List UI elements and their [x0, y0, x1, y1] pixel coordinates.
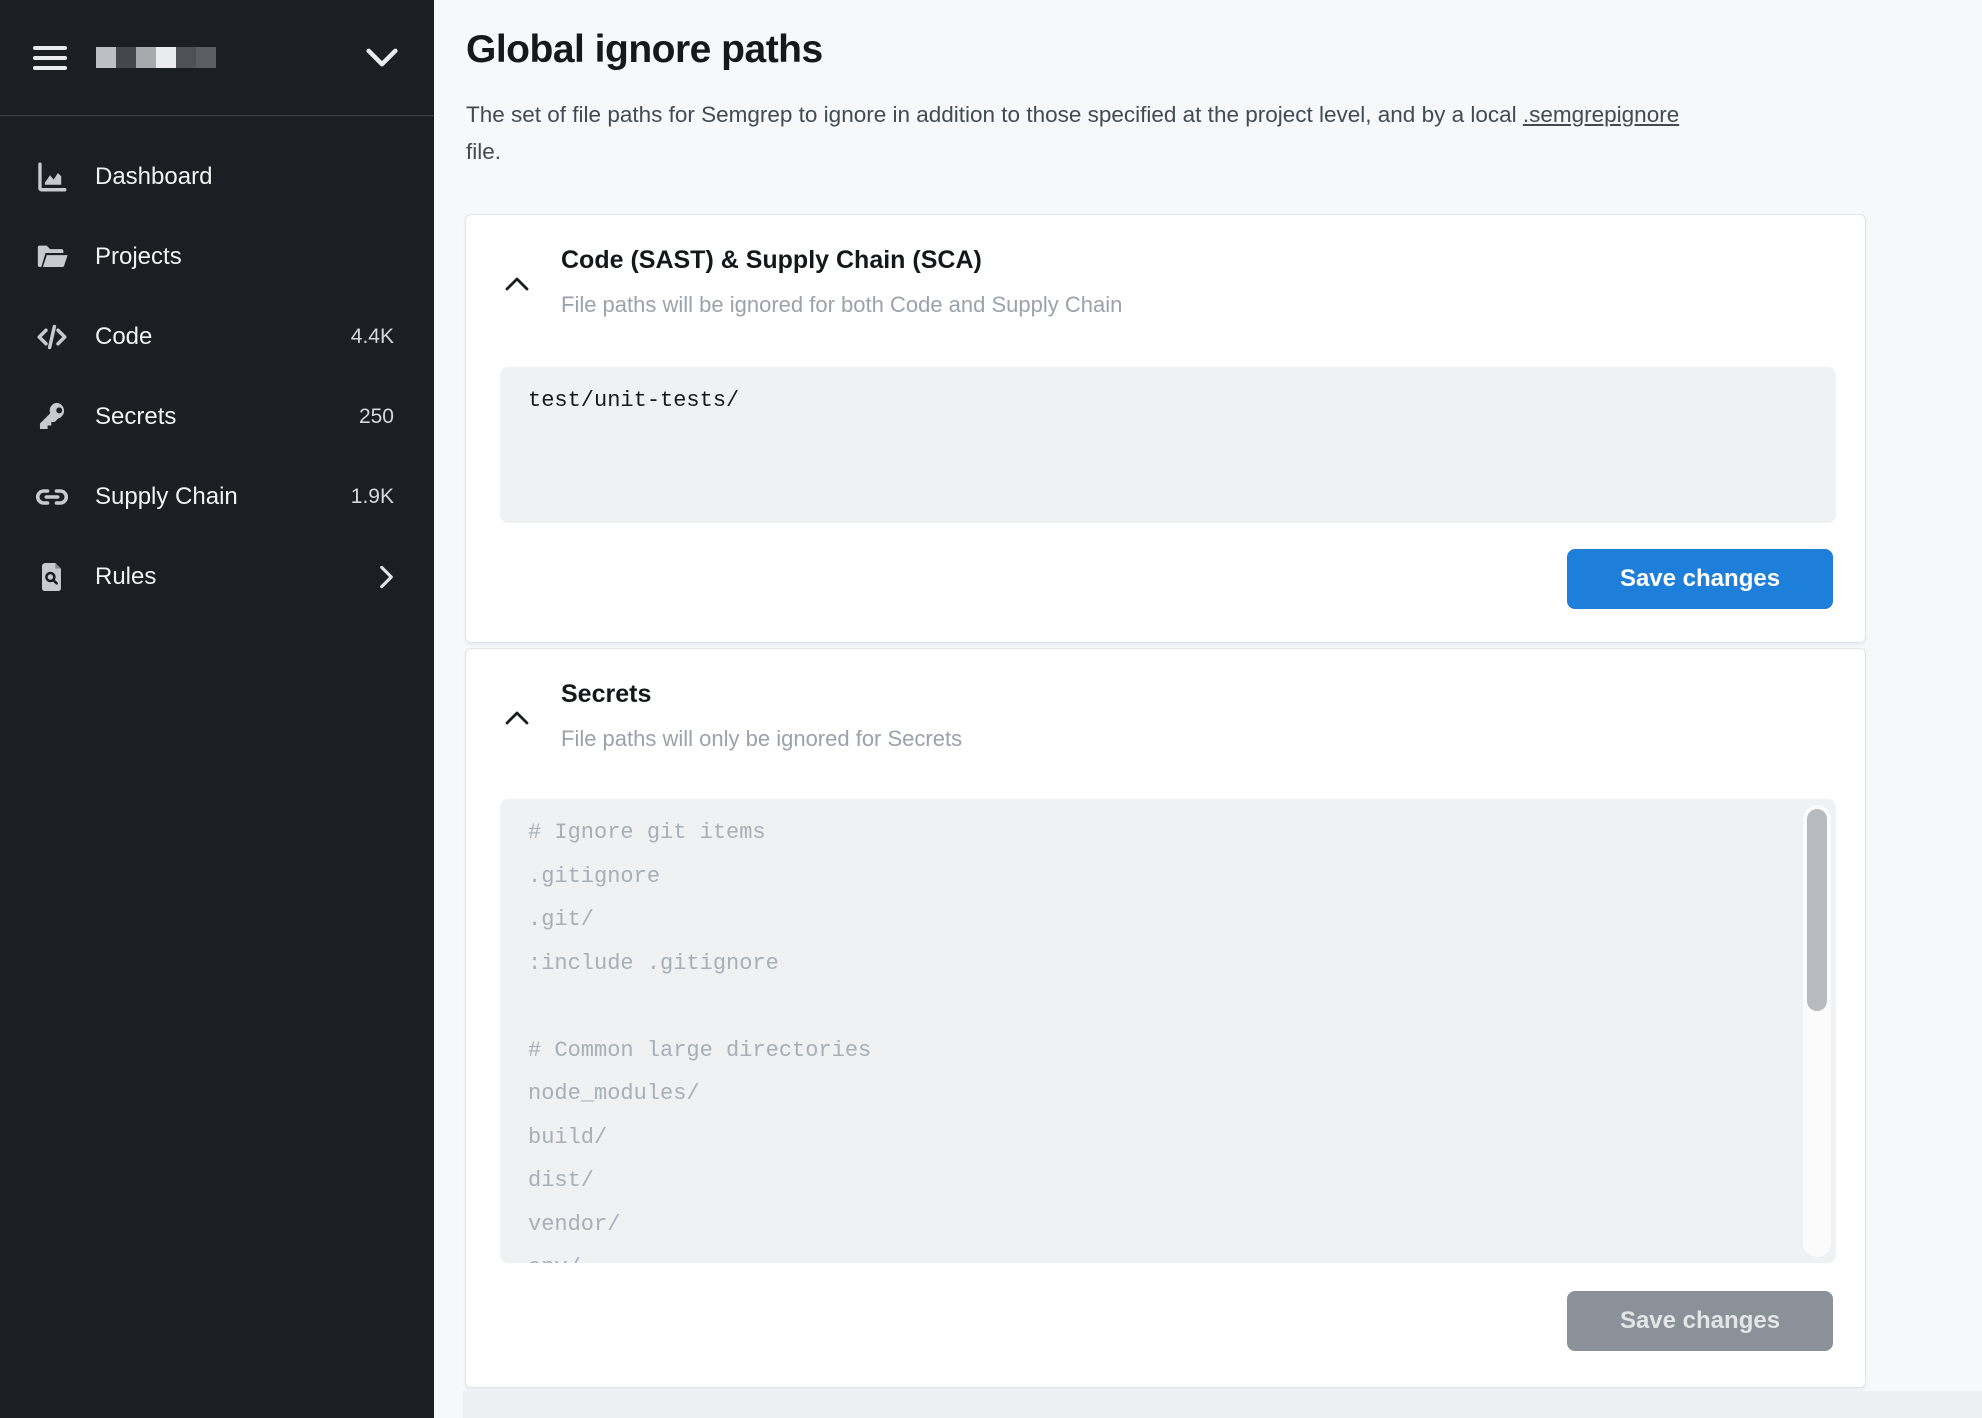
sidebar-item-label: Dashboard — [95, 163, 212, 191]
folder-icon — [33, 238, 71, 276]
key-icon — [33, 398, 71, 436]
card-subtitle: File paths will be ignored for both Code… — [561, 289, 1122, 321]
chart-icon — [33, 158, 71, 196]
sidebar-item-label: Projects — [95, 243, 182, 271]
code-icon — [33, 318, 71, 356]
save-changes-button[interactable]: Save changes — [1567, 549, 1833, 609]
semgrepignore-link[interactable]: .semgrepignore — [1523, 102, 1679, 127]
save-changes-button-disabled[interactable]: Save changes — [1567, 1291, 1833, 1351]
org-logo-redacted — [96, 47, 216, 68]
sidebar-item-dashboard[interactable]: Dashboard — [0, 145, 434, 209]
page-bottom-strip — [463, 1391, 1982, 1418]
code-count-badge: 4.4K — [351, 325, 394, 349]
description-text: The set of file paths for Semgrep to ign… — [466, 102, 1523, 127]
collapse-chevron-up-icon[interactable] — [502, 269, 532, 299]
textarea-value: test/unit-tests/ — [500, 367, 1836, 435]
code-supply-chain-card: Code (SAST) & Supply Chain (SCA) File pa… — [465, 214, 1866, 643]
chevron-down-icon[interactable] — [366, 48, 398, 67]
sidebar-item-secrets[interactable]: Secrets 250 — [0, 385, 434, 449]
sidebar-item-label: Code — [95, 323, 152, 351]
secrets-ignore-paths-textarea[interactable]: # Ignore git items .gitignore .git/ :inc… — [500, 799, 1836, 1263]
secrets-count-badge: 250 — [359, 405, 394, 429]
page-title: Global ignore paths — [466, 26, 1867, 74]
page-description: The set of file paths for Semgrep to ign… — [466, 96, 1867, 170]
sidebar-item-projects[interactable]: Projects — [0, 225, 434, 289]
sidebar-item-label: Rules — [95, 563, 156, 591]
hamburger-menu-icon[interactable] — [33, 46, 67, 70]
sidebar-item-supply-chain[interactable]: Supply Chain 1.9K — [0, 465, 434, 529]
chevron-right-icon — [379, 565, 394, 589]
sidebar-item-code[interactable]: Code 4.4K — [0, 305, 434, 369]
sidebar-item-label: Secrets — [95, 403, 176, 431]
link-icon — [33, 478, 71, 516]
description-text-end: file. — [466, 139, 501, 164]
sidebar-item-rules[interactable]: Rules — [0, 545, 434, 609]
textarea-placeholder: # Ignore git items .gitignore .git/ :inc… — [500, 799, 1836, 1263]
main-content: Global ignore paths The set of file path… — [434, 0, 1982, 1418]
supply-chain-count-badge: 1.9K — [351, 485, 394, 509]
sidebar-nav: Dashboard Projects Code 4.4K Secrets 250 — [0, 116, 434, 609]
collapse-chevron-up-icon[interactable] — [502, 703, 532, 733]
sidebar: Dashboard Projects Code 4.4K Secrets 250 — [0, 0, 434, 1418]
scrollbar-track[interactable] — [1803, 805, 1831, 1257]
sidebar-item-label: Supply Chain — [95, 483, 238, 511]
card-subtitle: File paths will only be ignored for Secr… — [561, 723, 962, 755]
rules-doc-search-icon — [33, 558, 71, 596]
scrollbar-thumb[interactable] — [1807, 809, 1827, 1011]
sidebar-header — [0, 0, 434, 116]
secrets-card: Secrets File paths will only be ignored … — [465, 648, 1866, 1388]
card-title: Code (SAST) & Supply Chain (SCA) — [561, 244, 982, 276]
card-title: Secrets — [561, 678, 651, 710]
code-ignore-paths-textarea[interactable]: test/unit-tests/ — [500, 367, 1836, 523]
